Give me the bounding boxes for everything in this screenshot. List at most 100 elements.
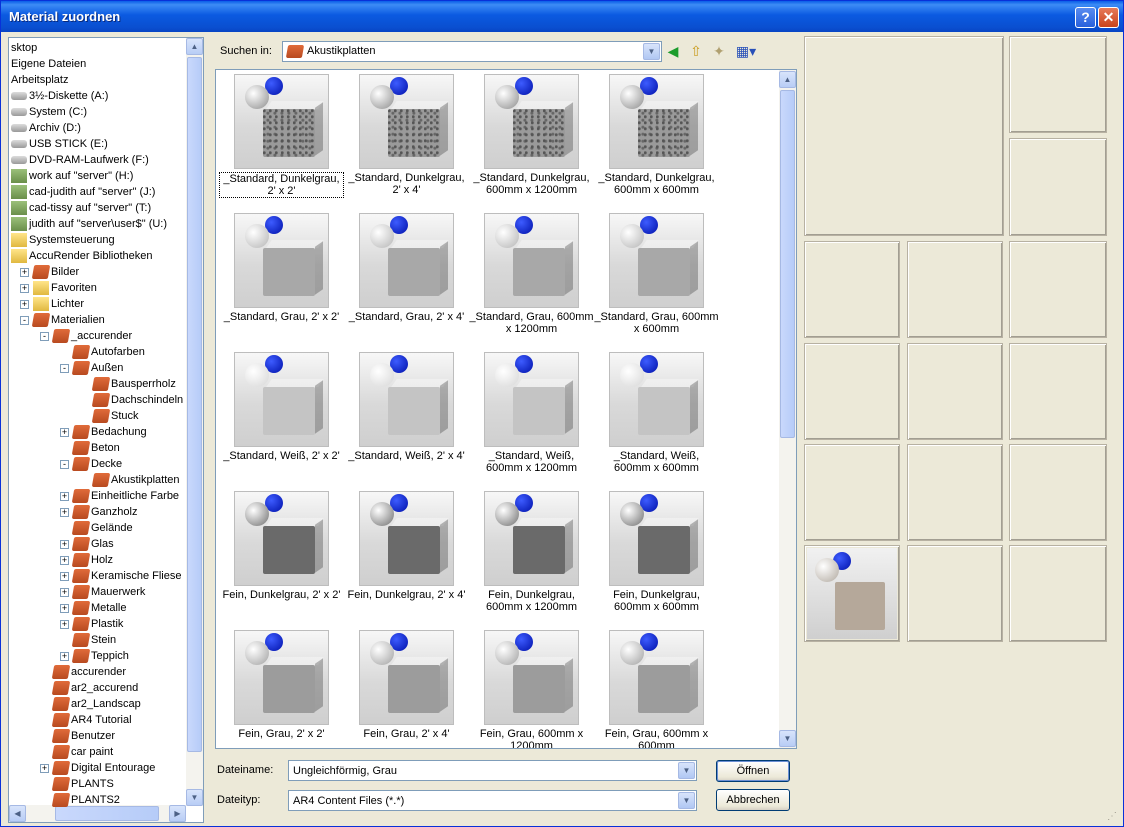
tree-item[interactable]: cad-tissy auf "server" (T:) [11,200,151,216]
files-scroll-down-arrow[interactable]: ▼ [779,730,796,747]
tree-item[interactable]: Keramische Fliese [71,568,181,584]
tree-item[interactable]: Stein [71,632,116,648]
title-bar[interactable]: Material zuordnen ? ✕ [1,1,1123,32]
view-menu-icon[interactable]: ▦▾ [734,43,758,60]
material-thumbnail[interactable]: Fein, Dunkelgrau, 2' x 2' [219,487,344,623]
material-thumbnail[interactable]: Fein, Grau, 600mm x 1200mm [469,626,594,748]
material-thumbnail[interactable]: _Standard, Weiß, 2' x 4' [344,348,469,484]
expand-icon[interactable]: + [20,268,29,277]
filename-input[interactable]: Ungleichförmig, Grau ▼ [288,760,697,781]
material-thumbnail[interactable]: _Standard, Dunkelgrau, 600mm x 600mm [594,70,719,206]
tree-item[interactable]: work auf "server" (H:) [11,168,133,184]
tree-item[interactable]: Benutzer [51,728,115,744]
preview-slot[interactable] [1009,343,1107,440]
tree-item[interactable]: Beton [71,440,120,456]
material-thumbnail[interactable]: _Standard, Weiß, 2' x 2' [219,348,344,484]
tree-item[interactable]: Glas [71,536,114,552]
preview-large-slot[interactable] [804,36,1004,236]
material-thumbnail[interactable]: _Standard, Dunkelgrau, 2' x 4' [344,70,469,206]
material-thumbnail[interactable]: Fein, Grau, 2' x 2' [219,626,344,748]
tree-item[interactable]: _accurender [51,328,132,344]
tree-item[interactable]: Dachschindeln [91,392,183,408]
filetype-dropdown-arrow[interactable]: ▼ [678,792,695,809]
tree-item[interactable]: Akustikplatten [91,472,179,488]
preview-slot[interactable] [1009,138,1107,236]
tree-scroll-up-arrow[interactable]: ▲ [186,38,203,55]
preview-slot[interactable] [804,343,900,440]
material-thumbnail[interactable]: _Standard, Weiß, 600mm x 600mm [594,348,719,484]
material-thumbnail[interactable]: Fein, Dunkelgrau, 600mm x 1200mm [469,487,594,623]
material-thumbnail[interactable]: _Standard, Dunkelgrau, 600mm x 1200mm [469,70,594,206]
expand-icon[interactable]: + [60,572,69,581]
back-arrow-icon[interactable]: ◀ [664,43,682,60]
tree-item[interactable]: PLANTS [51,776,114,792]
tree-item[interactable]: PLANTS2 [51,792,120,808]
tree-item[interactable]: Metalle [71,600,126,616]
tree-item[interactable]: Lichter [33,296,84,312]
expand-icon[interactable]: + [60,428,69,437]
files-scroll-up-arrow[interactable]: ▲ [779,71,796,88]
tree-item[interactable]: Mauerwerk [71,584,145,600]
help-button[interactable]: ? [1075,7,1096,28]
material-thumbnail[interactable]: Fein, Dunkelgrau, 600mm x 600mm [594,487,719,623]
expand-icon[interactable]: + [60,508,69,517]
tree-scroll-left-arrow[interactable]: ◀ [9,805,26,822]
tree-item[interactable]: Autofarben [71,344,145,360]
tree-item[interactable]: Bausperrholz [91,376,176,392]
preview-slot[interactable] [804,545,900,642]
tree-item[interactable]: Teppich [71,648,129,664]
tree-item[interactable]: cad-judith auf "server" (J:) [11,184,155,200]
preview-slot[interactable] [804,444,900,541]
files-vertical-scrollbar[interactable]: ▲ ▼ [779,70,796,748]
expand-icon[interactable]: + [60,556,69,565]
tree-item[interactable]: AccuRender Bibliotheken [11,248,153,264]
collapse-icon[interactable]: - [20,316,29,325]
tree-item[interactable]: accurender [51,664,126,680]
tree-item[interactable]: Arbeitsplatz [11,72,68,88]
preview-slot[interactable] [1009,545,1107,642]
new-folder-icon[interactable]: ✦ [710,43,728,60]
tree-item[interactable]: USB STICK (E:) [11,136,108,152]
folder-tree[interactable]: ▲ ▼ ◀ ▶ sktop Eigene Dateien Arbeitsplatz 3… [8,37,204,823]
tree-item[interactable]: Systemsteuerung [11,232,115,248]
expand-icon[interactable]: + [20,284,29,293]
tree-scroll-right-arrow[interactable]: ▶ [169,805,186,822]
tree-item[interactable]: Bilder [31,264,79,280]
preview-slot[interactable] [1009,444,1107,541]
tree-item[interactable]: Digital Entourage [51,760,155,776]
preview-slot[interactable] [1009,241,1107,338]
tree-item[interactable]: DVD-RAM-Laufwerk (F:) [11,152,149,168]
lookin-dropdown[interactable]: Akustikplatten ▼ [282,41,662,62]
preview-slot[interactable] [1009,36,1107,133]
tree-item[interactable]: judith auf "server\user$" (U:) [11,216,167,232]
expand-icon[interactable]: + [40,764,49,773]
filename-dropdown-arrow[interactable]: ▼ [678,762,695,779]
material-thumbnail[interactable]: _Standard, Weiß, 600mm x 1200mm [469,348,594,484]
preview-slot[interactable] [907,444,1003,541]
material-thumbnail[interactable]: _Standard, Grau, 2' x 2' [219,209,344,345]
preview-slot[interactable] [907,545,1003,642]
tree-item[interactable]: sktop [11,40,37,56]
tree-item[interactable]: 3½-Diskette (A:) [11,88,108,104]
tree-item[interactable]: Stuck [91,408,139,424]
tree-vertical-scrollbar[interactable]: ▲ ▼ [186,38,203,806]
tree-item[interactable]: Gelände [71,520,133,536]
tree-scroll-thumb[interactable] [187,57,202,752]
expand-icon[interactable]: + [60,620,69,629]
tree-item[interactable]: Ganzholz [71,504,137,520]
tree-item[interactable]: Plastik [71,616,123,632]
tree-item[interactable]: Eigene Dateien [11,56,86,72]
tree-hscroll-thumb[interactable] [55,806,159,821]
preview-slot[interactable] [804,241,900,338]
file-list[interactable]: ▲ ▼ _Standard, Dunkelgrau, 2' x 2' _Stand… [215,69,797,749]
tree-item[interactable]: ar2_accurend [51,680,138,696]
lookin-dropdown-arrow[interactable]: ▼ [643,43,660,60]
material-thumbnail[interactable]: _Standard, Dunkelgrau, 2' x 2' [219,70,344,206]
tree-item[interactable]: ar2_Landscap [51,696,141,712]
close-button[interactable]: ✕ [1098,7,1119,28]
expand-icon[interactable]: + [60,492,69,501]
tree-item[interactable]: Archiv (D:) [11,120,81,136]
up-folder-icon[interactable]: ⇧ [687,43,705,60]
expand-icon[interactable]: + [60,604,69,613]
resize-grip-icon[interactable]: ⋰ [1107,811,1119,823]
